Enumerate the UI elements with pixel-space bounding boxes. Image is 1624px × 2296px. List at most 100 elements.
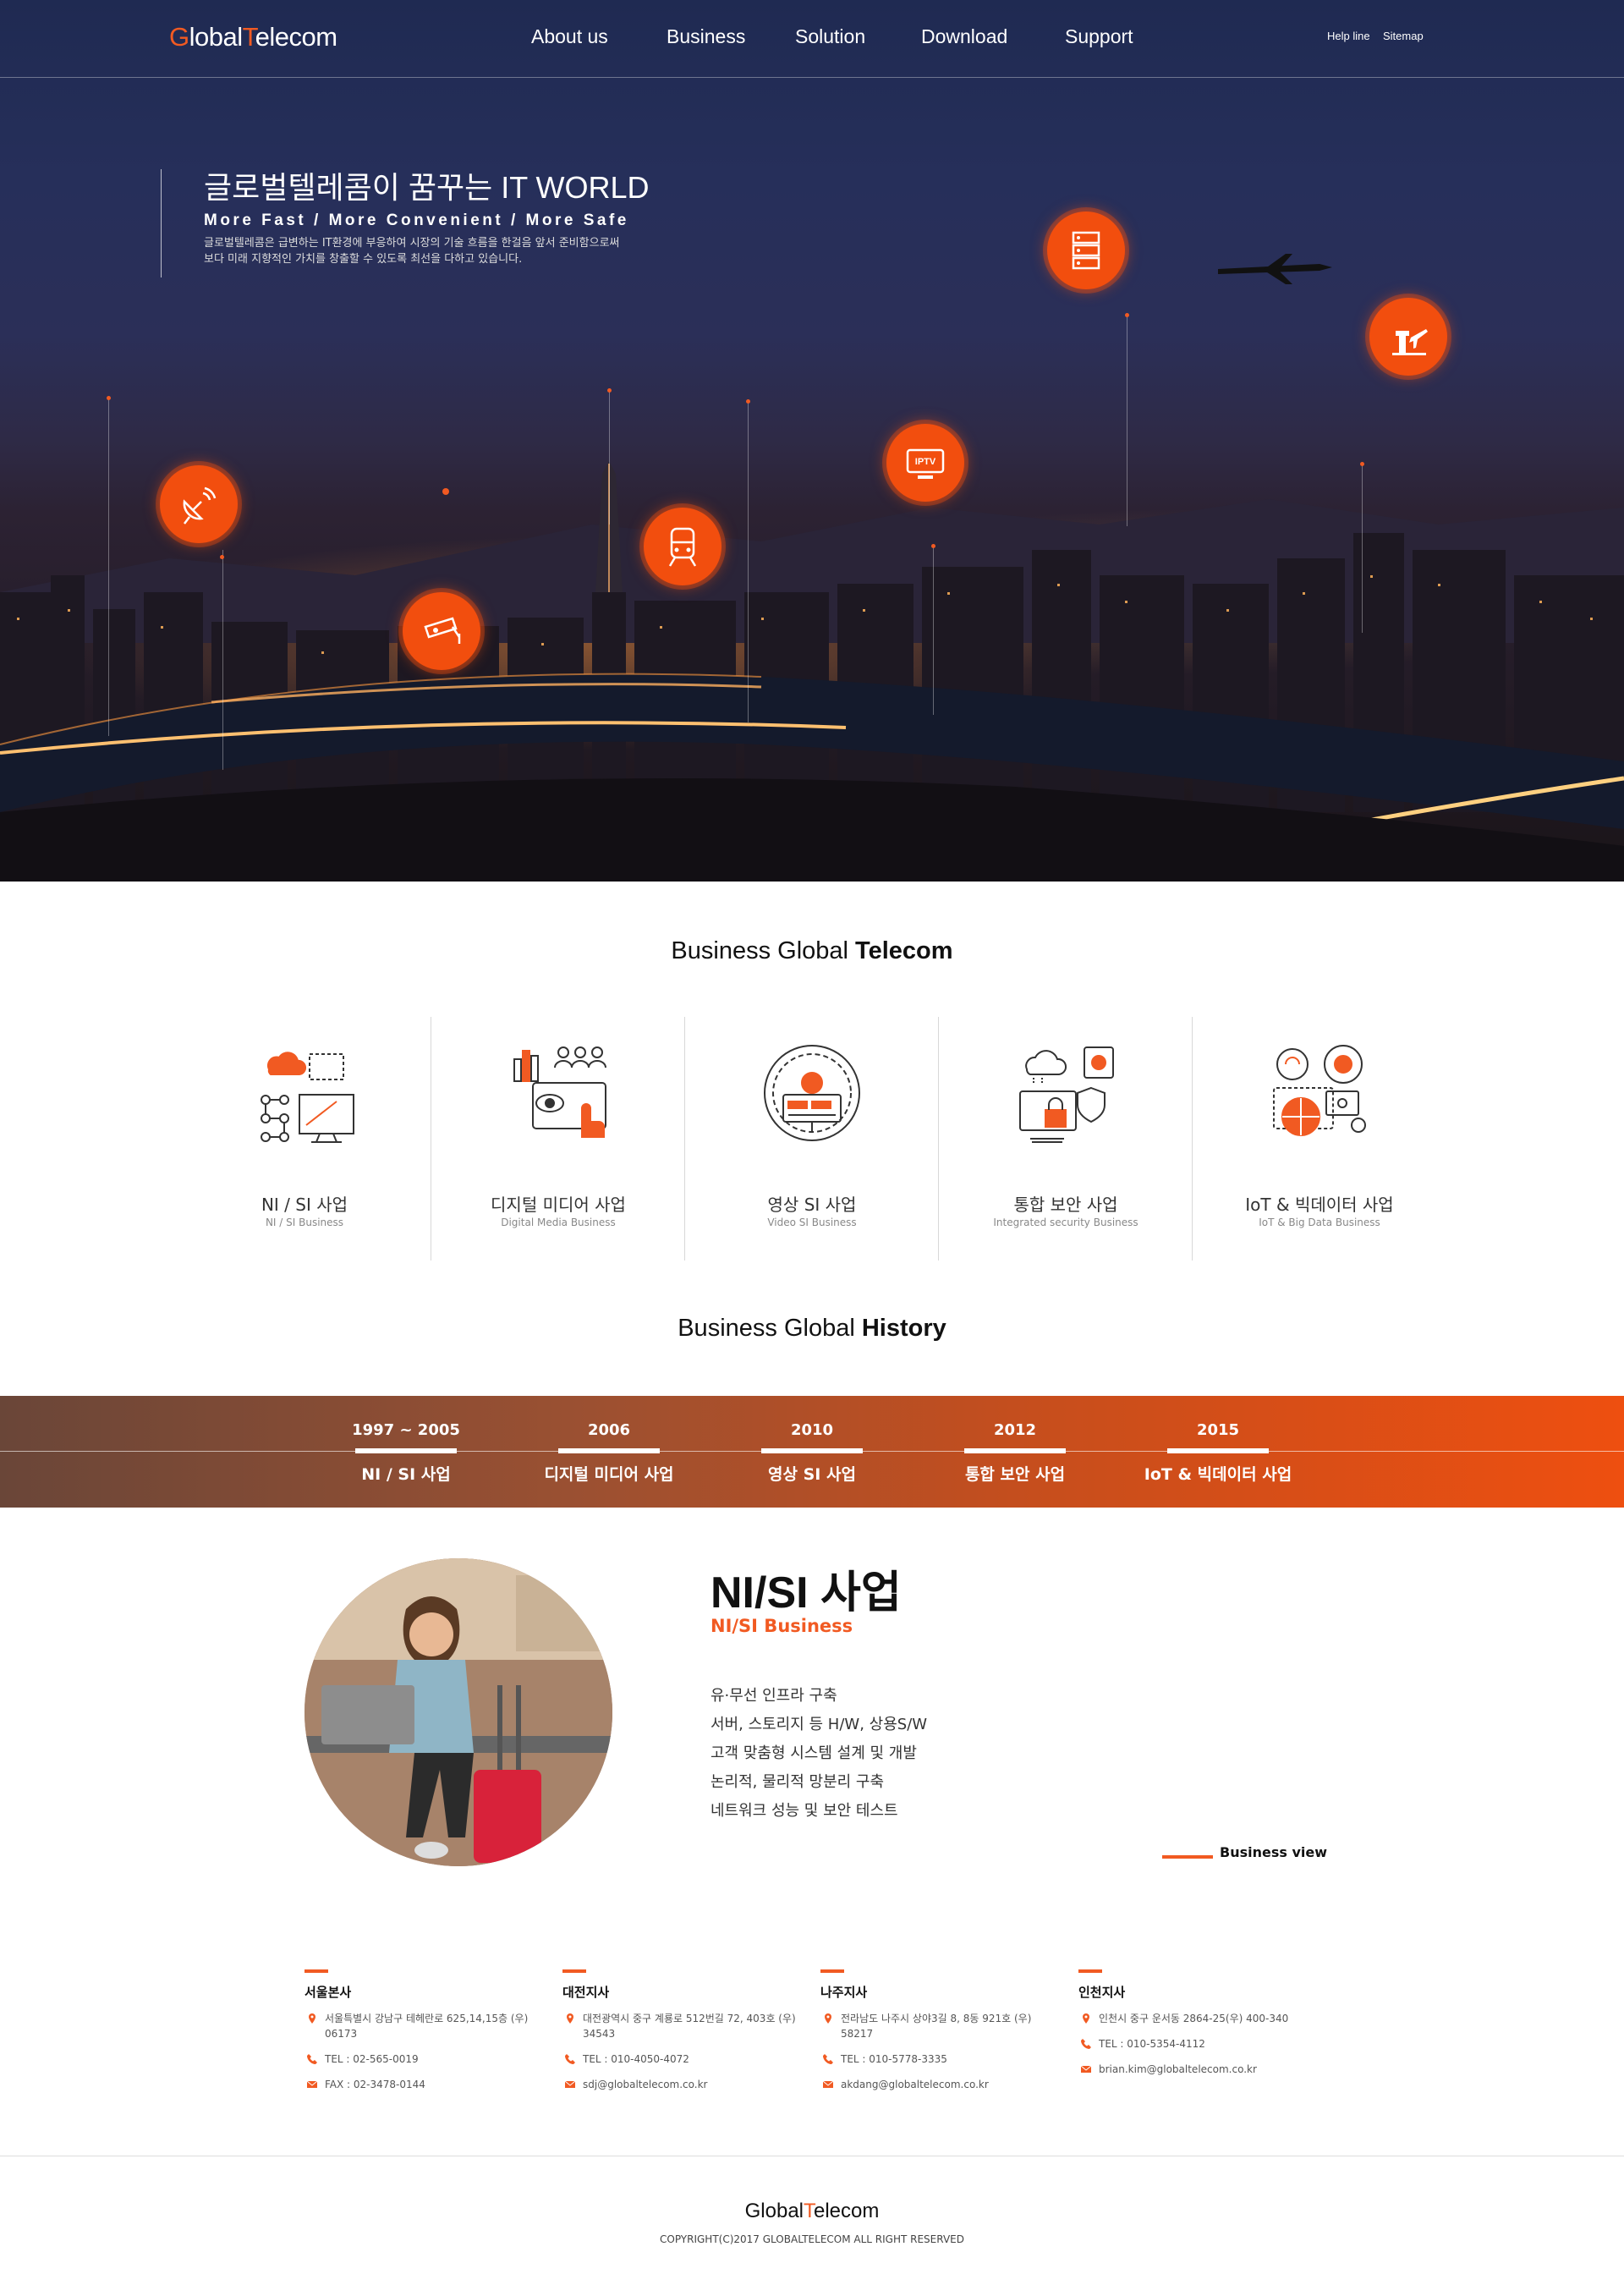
network-dot [931, 544, 935, 548]
business-title-en: Integrated security Business [993, 1217, 1138, 1228]
timeline-marker [964, 1448, 1066, 1453]
business-list: NI / SI 사업 NI / SI Business 디지털 미디어 사업 D… [178, 1017, 1446, 1261]
hero-desc-line: 글로벌텔레콤은 급변하는 IT환경에 부응하여 시장의 기술 흐름을 한걸음 앞… [204, 237, 620, 250]
footer-copyright: COPYRIGHT(C)2017 GLOBALTELECOM ALL RIGHT… [660, 2233, 964, 2245]
office-accent-bar [304, 1969, 328, 1973]
timeline-label: IoT & 빅데이터 사업 [1144, 1465, 1292, 1484]
network-system-icon [261, 1052, 354, 1143]
office-name: 대전지사 [562, 1985, 610, 2000]
office-fax-row: FAX : 02-3478-0144 [304, 2077, 550, 2092]
history-timeline: 1997 ~ 2005 NI / SI 사업 2006 디지털 미디어 사업 2… [0, 1396, 1624, 1508]
airport-node[interactable] [1369, 298, 1447, 376]
office-email-row: sdj@globaltelecom.co.kr [562, 2077, 808, 2092]
network-line [748, 401, 749, 722]
office-email-link[interactable]: sdj@globaltelecom.co.kr [583, 2079, 707, 2090]
cctv-camera-icon [424, 617, 461, 644]
hero-subtitle: More Fast / More Convenient / More Safe [204, 211, 629, 229]
business-item-video-si[interactable]: 영상 SI 사업 Video SI Business [685, 1017, 939, 1261]
business-item-iot-bigdata[interactable]: IoT & 빅데이터 사업 IoT & Big Data Business [1193, 1017, 1446, 1261]
business-item-digital-media[interactable]: 디지털 미디어 사업 Digital Media Business [431, 1017, 685, 1261]
business-title-en: Digital Media Business [501, 1217, 616, 1228]
office-fax: FAX : 02-3478-0144 [325, 2079, 425, 2090]
traveler-illustration [304, 1558, 612, 1866]
server-icon [1072, 231, 1100, 270]
office-accent-bar [1078, 1969, 1102, 1973]
timeline-year: 1997 ~ 2005 [352, 1421, 460, 1439]
office-tel: TEL : 010-5354-4112 [1099, 2038, 1205, 2050]
network-line [222, 550, 223, 770]
business-item-ni-si[interactable]: NI / SI 사업 NI / SI Business [178, 1017, 431, 1261]
detail-subtitle: NI/SI Business [710, 1616, 853, 1636]
cctv-node[interactable] [403, 592, 480, 670]
timeline-year: 2015 [1196, 1421, 1240, 1439]
business-title-en: Video SI Business [767, 1217, 857, 1228]
title-plain: Business Global [671, 937, 856, 964]
timeline-year: 2010 [790, 1421, 834, 1439]
timeline-year: 2006 [587, 1421, 631, 1439]
network-dot [442, 488, 449, 495]
business-title-ko: 디지털 미디어 사업 [491, 1195, 626, 1215]
nav-download[interactable]: Download [921, 25, 1007, 48]
footer-logo[interactable]: GlobalTelecom [0, 2200, 1624, 2223]
logo-text-lobal: lobal [189, 22, 244, 52]
list-item: 논리적, 물리적 망분리 구축 [710, 1773, 885, 1791]
office-email-row: akdang@globaltelecom.co.kr [820, 2077, 1066, 2092]
business-photo [304, 1558, 612, 1866]
office-tel: TEL : 010-4050-4072 [583, 2053, 689, 2065]
iot-bigdata-icon [1273, 1045, 1366, 1136]
list-item: 서버, 스토리지 등 H/W, 상용S/W [710, 1716, 928, 1733]
title-bold: History [861, 1315, 946, 1342]
digital-media-icon [513, 1046, 606, 1138]
list-item: 유·무선 인프라 구축 [710, 1687, 837, 1705]
satellite-node[interactable] [160, 465, 238, 543]
map-pin-icon [309, 2013, 315, 2024]
office-email-link[interactable]: akdang@globaltelecom.co.kr [841, 2079, 989, 2090]
phone-icon [1081, 2039, 1091, 2049]
fax-mail-icon [306, 2080, 318, 2088]
office-email-link[interactable]: brian.kim@globaltelecom.co.kr [1099, 2063, 1257, 2075]
business-title-en: IoT & Big Data Business [1259, 1217, 1380, 1228]
business-title-ko: IoT & 빅데이터 사업 [1245, 1195, 1394, 1215]
timeline-marker [558, 1448, 660, 1453]
nav-support[interactable]: Support [1065, 25, 1133, 48]
phone-icon [565, 2054, 575, 2064]
map-pin-icon [1083, 2013, 1089, 2024]
timeline-marker [1167, 1448, 1269, 1453]
security-icon [1019, 1046, 1114, 1143]
phone-icon [307, 2054, 317, 2064]
detail-title: NI/SI 사업 [710, 1568, 902, 1618]
office-address: 서울특별시 강남구 테헤란로 625,14,15층 (우) 06173 [325, 2013, 529, 2040]
office-daejeon: 대전지사 대전광역시 중구 계룡로 512번길 72, 403호 (우) 345… [562, 1969, 808, 2092]
title-plain: Business Global [678, 1315, 862, 1342]
train-icon [668, 527, 697, 567]
iptv-icon: IPTV [906, 448, 945, 479]
iptv-label: IPTV [915, 457, 936, 467]
airport-icon [1392, 329, 1428, 355]
server-node[interactable] [1047, 211, 1125, 289]
train-node[interactable] [644, 508, 721, 585]
office-address: 대전광역시 중구 계룡로 512번길 72, 403호 (우) 34543 [583, 2013, 796, 2040]
sitemap-link[interactable]: Sitemap [1383, 30, 1424, 42]
detail-feature-list: 유·무선 인프라 구축 서버, 스토리지 등 H/W, 상용S/W 고객 맞춤형… [710, 1682, 927, 1826]
nav-about-us[interactable]: About us [531, 25, 608, 48]
office-address: 인천시 중구 운서동 2864-25(우) 400-340 [1099, 2013, 1289, 2024]
office-incheon: 인천지사 인천시 중구 운서동 2864-25(우) 400-340 TEL :… [1078, 1969, 1324, 2077]
nav-solution[interactable]: Solution [795, 25, 865, 48]
office-email-row: brian.kim@globaltelecom.co.kr [1078, 2062, 1324, 2077]
title-bold: Telecom [855, 937, 953, 964]
office-seoul: 서울본사 서울특별시 강남구 테헤란로 625,14,15층 (우) 06173… [304, 1969, 550, 2092]
help-line-link[interactable]: Help line [1327, 30, 1370, 42]
nav-business[interactable]: Business [667, 25, 745, 48]
timeline-label: NI / SI 사업 [361, 1465, 451, 1484]
business-item-security[interactable]: 통합 보안 사업 Integrated security Business [939, 1017, 1193, 1261]
office-name: 인천지사 [1078, 1985, 1126, 2000]
site-logo[interactable]: GlobalTelecom [169, 22, 337, 52]
footer-logo-elecom: elecom [814, 2200, 880, 2222]
business-view-link[interactable]: Business view [1220, 1844, 1327, 1860]
mail-icon [564, 2080, 576, 2088]
satellite-dish-icon [183, 486, 217, 525]
network-line [108, 398, 109, 736]
hero-title: 글로벌텔레콤이 꿈꾸는 IT WORLD [204, 170, 650, 205]
iptv-node[interactable]: IPTV [886, 424, 964, 502]
office-address-row: 서울특별시 강남구 테헤란로 625,14,15층 (우) 06173 [304, 2011, 550, 2041]
